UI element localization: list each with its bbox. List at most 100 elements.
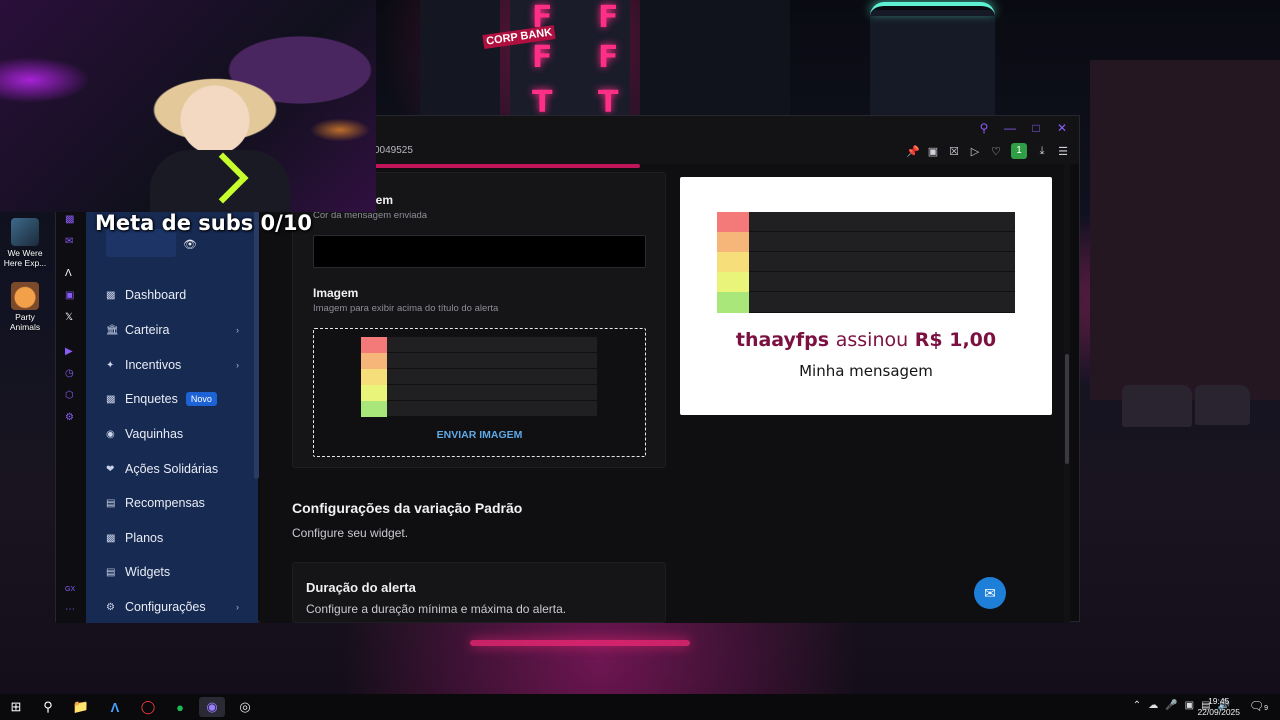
- plans-icon: ▩: [106, 532, 116, 544]
- tier-label: [361, 337, 387, 353]
- shield-icon[interactable]: ☒: [948, 145, 960, 158]
- image-title: Imagem: [313, 286, 359, 300]
- sidebar-item-carteira[interactable]: 🏛 Carteira ›: [106, 319, 241, 341]
- alert-config-card: sagem Cor da mensagem enviada Imagem Ima…: [292, 172, 666, 468]
- gear-icon[interactable]: ⚙: [65, 412, 74, 423]
- sidebar-item-label: Vaquinhas: [125, 427, 184, 441]
- chevron-up-icon[interactable]: ⌃: [1133, 700, 1141, 711]
- more-icon[interactable]: ⋯: [65, 604, 75, 615]
- app-sidebar: 👁 ▩ Dashboard 🏛 Carteira › ✦ Incentivos …: [86, 209, 258, 623]
- main-content: sagem Cor da mensagem enviada Imagem Ima…: [260, 164, 1070, 623]
- play-icon[interactable]: ▷: [969, 145, 981, 158]
- tier-label: [717, 272, 749, 292]
- support-chat-button[interactable]: ✉: [974, 577, 1006, 609]
- browser-side-panel: ▩ ✉ Λ ▣ 𝕏 ▶ ◷ ⬡ ⚙ GX ⋯: [56, 164, 86, 623]
- sidebar-item-enquetes[interactable]: ▩ Enquetes Novo: [106, 388, 241, 410]
- sidebar-item-configuracoes[interactable]: ⚙ Configurações ›: [106, 596, 241, 618]
- app-launcher-icon[interactable]: Λ: [102, 697, 128, 717]
- alert-amount: R$ 1,00: [914, 329, 997, 351]
- color-slider-accent[interactable]: [360, 164, 640, 168]
- menu-icon[interactable]: ☰: [1057, 145, 1069, 158]
- settings-icon: ⚙: [106, 601, 115, 613]
- network-icon[interactable]: ☁: [1148, 700, 1158, 711]
- desktop-icon-label: We Were Here Exp...: [3, 248, 47, 268]
- desktop-icon-label: Party Animals: [9, 312, 41, 332]
- alert-username: thaayfps: [735, 329, 830, 351]
- sidebar-scrollbar[interactable]: [254, 211, 259, 479]
- taskbar-clock[interactable]: 19:45 22/09/2025: [1197, 696, 1240, 718]
- browser-taskbar-icon[interactable]: ◉: [199, 697, 225, 717]
- sidebar-item-label: Recompensas: [125, 496, 205, 510]
- pin-icon[interactable]: 📌: [906, 145, 920, 158]
- image-upload-dropzone[interactable]: ENVIAR IMAGEM: [313, 328, 646, 457]
- wallpaper-neon-letter: F: [598, 0, 619, 35]
- player-icon[interactable]: ▶: [65, 346, 73, 357]
- wallpaper-neon-letter: F: [532, 40, 553, 75]
- browser-toolbar: 📌 ▣ ☒ ▷ ♡ 1 ⤓ ☰: [906, 143, 1069, 159]
- tier-label: [717, 292, 749, 313]
- tier-label: [361, 353, 387, 369]
- clock-time: 19:45: [1208, 696, 1230, 706]
- poll-icon: ▩: [106, 393, 116, 405]
- clock-date: 22/09/2025: [1197, 707, 1240, 717]
- windows-start-icon[interactable]: ⊞: [3, 697, 29, 717]
- close-icon[interactable]: ✕: [1055, 121, 1069, 135]
- sidebar-item-incentivos[interactable]: ✦ Incentivos ›: [106, 354, 241, 376]
- heart-icon[interactable]: ♡: [990, 145, 1002, 158]
- search-icon[interactable]: ⚲: [977, 121, 991, 135]
- widgets-icon: ▤: [106, 566, 116, 578]
- x-icon[interactable]: 𝕏: [65, 312, 73, 323]
- sidebar-item-dashboard[interactable]: ▩ Dashboard: [106, 284, 241, 306]
- desktop-icon-we-were-here[interactable]: We Were Here Exp...: [0, 218, 50, 268]
- minimize-icon[interactable]: —: [1003, 121, 1017, 135]
- download-icon[interactable]: ⤓: [1036, 145, 1048, 158]
- desktop-icon-party-animals[interactable]: Party Animals: [0, 282, 50, 332]
- notification-icon[interactable]: 🗨9: [1249, 699, 1268, 713]
- chat-icon: ✉: [984, 584, 996, 601]
- sidebar-item-planos[interactable]: ▩ Planos: [106, 527, 241, 549]
- app-icon[interactable]: Λ: [65, 268, 72, 279]
- gx-icon[interactable]: GX: [65, 586, 75, 593]
- chevron-right-icon: ›: [236, 360, 239, 370]
- wallpaper-reflection: [470, 640, 690, 646]
- sidebar-item-acoes-solidarias[interactable]: ❤ Ações Solidárias: [106, 458, 241, 480]
- content-scrollbar[interactable]: [1064, 164, 1070, 623]
- wallpaper-building: [420, 0, 500, 115]
- notification-count: 9: [1264, 705, 1268, 712]
- chevron-right-icon: ›: [236, 602, 239, 612]
- alert-preview: thaayfps assinou R$ 1,00 Minha mensagem: [680, 177, 1052, 415]
- obs-icon[interactable]: ◎: [232, 697, 258, 717]
- url-text[interactable]: 0049525: [374, 145, 413, 156]
- sidebar-item-vaquinhas[interactable]: ◉ Vaquinhas: [106, 423, 241, 445]
- mail-icon[interactable]: ✉: [65, 236, 73, 247]
- alert-action: assinou: [835, 329, 909, 351]
- sidebar-item-widgets[interactable]: ▤ Widgets: [106, 561, 241, 583]
- wallpaper-car: [1122, 385, 1192, 427]
- box-icon[interactable]: ⬡: [65, 390, 74, 401]
- maximize-icon[interactable]: □: [1029, 121, 1043, 135]
- upload-image-button[interactable]: ENVIAR IMAGEM: [314, 429, 645, 441]
- display-icon[interactable]: ▣: [1185, 700, 1194, 711]
- history-icon[interactable]: ◷: [65, 368, 74, 379]
- tier-label: [361, 369, 387, 385]
- sidebar-item-label: Widgets: [125, 565, 171, 579]
- opera-gx-icon[interactable]: ◯: [135, 697, 161, 717]
- file-explorer-icon[interactable]: 📁: [68, 697, 94, 717]
- spotify-icon[interactable]: ●: [167, 697, 193, 717]
- messenger-icon[interactable]: ▩: [65, 214, 74, 225]
- scrollbar-thumb[interactable]: [1065, 354, 1069, 464]
- game-icon: [11, 218, 39, 246]
- piggy-bank-icon: ◉: [106, 428, 115, 440]
- variation-subtitle: Configure seu widget.: [292, 526, 409, 540]
- extension-badge[interactable]: 1: [1011, 143, 1027, 159]
- eye-icon[interactable]: 👁: [183, 238, 197, 251]
- sidebar-item-label: Carteira: [125, 323, 170, 337]
- wallpaper-neon-letter: F: [598, 40, 619, 75]
- screenshot-icon[interactable]: ▣: [927, 145, 939, 158]
- gift-icon: ▤: [106, 497, 116, 509]
- twitch-icon[interactable]: ▣: [65, 290, 74, 301]
- microphone-icon[interactable]: 🎤: [1165, 700, 1177, 711]
- sidebar-item-recompensas[interactable]: ▤ Recompensas: [106, 492, 241, 514]
- search-icon[interactable]: ⚲: [35, 697, 61, 717]
- message-color-input[interactable]: [313, 235, 646, 268]
